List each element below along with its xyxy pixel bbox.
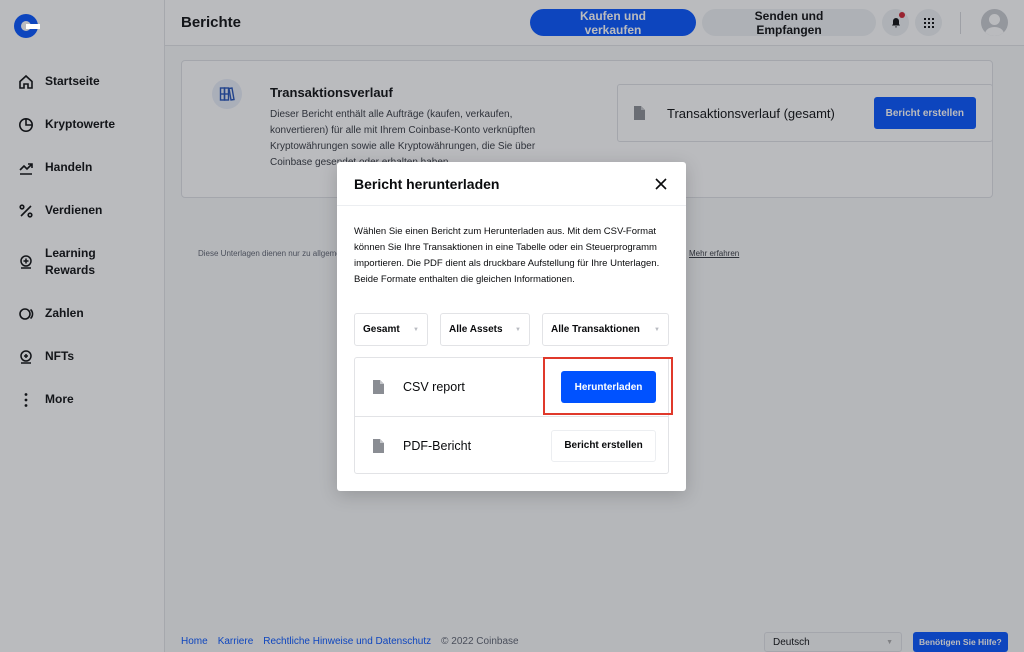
close-icon <box>655 177 667 190</box>
transactions-select[interactable]: Alle Transaktionen ▼ <box>542 313 669 346</box>
modal-header: Bericht herunterladen <box>337 162 686 206</box>
document-icon <box>373 438 384 453</box>
format-list: CSV report Herunterladen PDF-Bericht Ber… <box>354 357 673 474</box>
button-label: Herunterladen <box>574 381 643 393</box>
filter-row: Gesamt ▼ Alle Assets ▼ Alle Transaktione… <box>354 313 669 346</box>
period-select[interactable]: Gesamt ▼ <box>354 313 428 346</box>
create-pdf-button[interactable]: Bericht erstellen <box>551 429 656 462</box>
format-label: PDF-Bericht <box>403 438 472 453</box>
chevron-down-icon: ▼ <box>654 326 660 333</box>
chevron-down-icon: ▼ <box>413 326 419 333</box>
format-row-csv: CSV report Herunterladen <box>355 357 673 416</box>
modal-title: Bericht herunterladen <box>354 175 500 192</box>
assets-value: Alle Assets <box>449 324 503 335</box>
close-button[interactable] <box>653 176 669 192</box>
download-report-modal: Bericht herunterladen Wählen Sie einen B… <box>337 162 686 491</box>
period-value: Gesamt <box>363 324 400 335</box>
format-label: CSV report <box>403 380 465 394</box>
document-icon <box>373 380 384 394</box>
transactions-value: Alle Transaktionen <box>551 324 640 335</box>
modal-description: Wählen Sie einen Bericht zum Herunterlad… <box>354 226 660 285</box>
download-csv-button[interactable]: Herunterladen <box>543 357 673 415</box>
format-row-pdf: PDF-Bericht Bericht erstellen <box>355 416 668 474</box>
assets-select[interactable]: Alle Assets ▼ <box>440 313 530 346</box>
chevron-down-icon: ▼ <box>515 326 521 333</box>
